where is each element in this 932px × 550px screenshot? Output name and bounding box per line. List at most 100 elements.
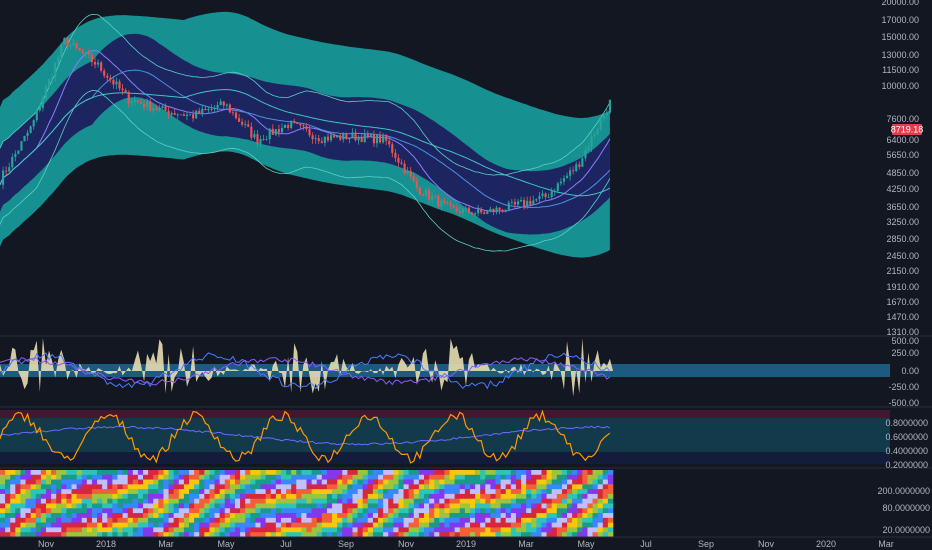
heatmap-cell xyxy=(311,522,318,528)
heatmap-cell xyxy=(265,493,272,500)
cycle-heatmap-panel[interactable] xyxy=(0,470,614,538)
heatmap-cell xyxy=(429,474,435,480)
heatmap-cell xyxy=(383,489,389,495)
heatmap-cell xyxy=(326,479,333,485)
candle-body xyxy=(492,208,495,213)
heatmap-cell xyxy=(383,527,389,533)
heatmap-cell xyxy=(163,484,169,490)
heatmap-cell xyxy=(107,493,113,500)
heatmap-cell xyxy=(469,527,476,533)
heatmap-cell xyxy=(602,493,609,500)
heatmap-cell xyxy=(541,489,547,495)
heatmap-cell xyxy=(35,498,42,504)
heatmap-cell xyxy=(45,508,52,514)
heatmap-cell xyxy=(439,517,445,523)
heatmap-cell xyxy=(51,508,57,514)
heatmap-cell xyxy=(515,470,522,476)
heatmap-cell xyxy=(490,517,496,523)
candle-body xyxy=(415,180,418,188)
heatmap-cell xyxy=(495,470,501,476)
heatmap-cell xyxy=(429,498,435,504)
heatmap-cell xyxy=(444,493,450,500)
heatmap-cell xyxy=(464,527,471,533)
heatmap-cell xyxy=(117,484,123,490)
heatmap-cell xyxy=(102,484,108,490)
heatmap-cell xyxy=(597,479,604,485)
heatmap-cell xyxy=(81,527,88,533)
candle-body xyxy=(78,47,81,51)
heatmap-cell xyxy=(572,527,578,533)
heatmap-cell xyxy=(76,493,83,500)
heatmap-cell xyxy=(61,503,67,509)
heatmap-cell xyxy=(357,474,363,480)
volume-oscillator-tick-label: -250.00 xyxy=(888,382,919,392)
heatmap-cell xyxy=(408,503,415,509)
heatmap-cell xyxy=(378,517,384,523)
heatmap-cell xyxy=(132,470,139,476)
heatmap-cell xyxy=(413,493,420,500)
heatmap-cell xyxy=(398,517,404,523)
heatmap-cell xyxy=(342,493,348,500)
trading-chart[interactable]: 20000.0017000.0015000.0013000.0011500.00… xyxy=(0,0,932,550)
heatmap-cell xyxy=(245,498,251,504)
current-price-label: 8719.18 xyxy=(891,125,924,135)
heatmap-cell xyxy=(388,479,394,485)
candle-body xyxy=(305,126,308,130)
heatmap-cell xyxy=(500,517,507,523)
heatmap-cell xyxy=(148,489,154,495)
candle-body xyxy=(480,208,483,213)
heatmap-cell xyxy=(326,522,333,528)
heatmap-cell xyxy=(280,517,287,523)
heatmap-cell xyxy=(561,484,568,490)
heatmap-cell xyxy=(5,527,11,533)
heatmap-cell xyxy=(163,498,169,504)
heatmap-cell xyxy=(25,484,31,490)
heatmap-cell xyxy=(301,474,307,480)
heatmap-cell xyxy=(204,479,210,485)
candle-body xyxy=(127,92,130,104)
heatmap-cell xyxy=(500,474,507,480)
heatmap-cell xyxy=(214,474,220,480)
heatmap-cell xyxy=(449,474,455,480)
heatmap-cell xyxy=(260,513,266,519)
heatmap-cell xyxy=(505,474,512,480)
heatmap-cell xyxy=(592,489,598,495)
heatmap-cell xyxy=(86,527,93,533)
heatmap-cell xyxy=(219,474,226,480)
heatmap-cell xyxy=(577,479,583,485)
candle-body xyxy=(458,211,461,214)
heatmap-cell xyxy=(56,517,62,523)
heatmap-cell xyxy=(505,527,512,533)
heatmap-cell xyxy=(434,489,440,495)
heatmap-cell xyxy=(572,503,578,509)
heatmap-cell xyxy=(408,474,415,480)
heatmap-cell xyxy=(577,493,583,500)
heatmap-cell xyxy=(270,522,277,528)
heatmap-cell xyxy=(505,484,512,490)
heatmap-cell xyxy=(132,503,139,509)
heatmap-cell xyxy=(597,503,604,509)
heatmap-cell xyxy=(5,498,11,504)
heatmap-cell xyxy=(444,474,450,480)
heatmap-cell xyxy=(531,508,537,514)
heatmap-cell xyxy=(178,474,185,480)
heatmap-cell xyxy=(40,484,47,490)
heatmap-cell xyxy=(10,474,16,480)
heatmap-cell xyxy=(403,527,409,533)
heatmap-cell xyxy=(408,498,415,504)
heatmap-cell xyxy=(158,513,164,519)
heatmap-cell xyxy=(316,484,323,490)
price-tick-label: 20000.00 xyxy=(881,0,919,7)
candle-body xyxy=(501,209,504,212)
heatmap-cell xyxy=(347,503,353,509)
heatmap-cell xyxy=(587,474,593,480)
oscillator-panel[interactable] xyxy=(0,409,890,464)
candle-body xyxy=(550,191,553,198)
heatmap-cell xyxy=(388,503,394,509)
heatmap-cell xyxy=(480,517,486,523)
heatmap-cell xyxy=(194,479,200,485)
heatmap-cell xyxy=(332,493,338,500)
time-axis[interactable]: Nov 2018 Mar May Jul Sep Nov 2019 Mar May Jul Sep No… xyxy=(38,539,894,549)
heatmap-cell xyxy=(505,470,512,476)
heatmap-cell xyxy=(194,508,200,514)
